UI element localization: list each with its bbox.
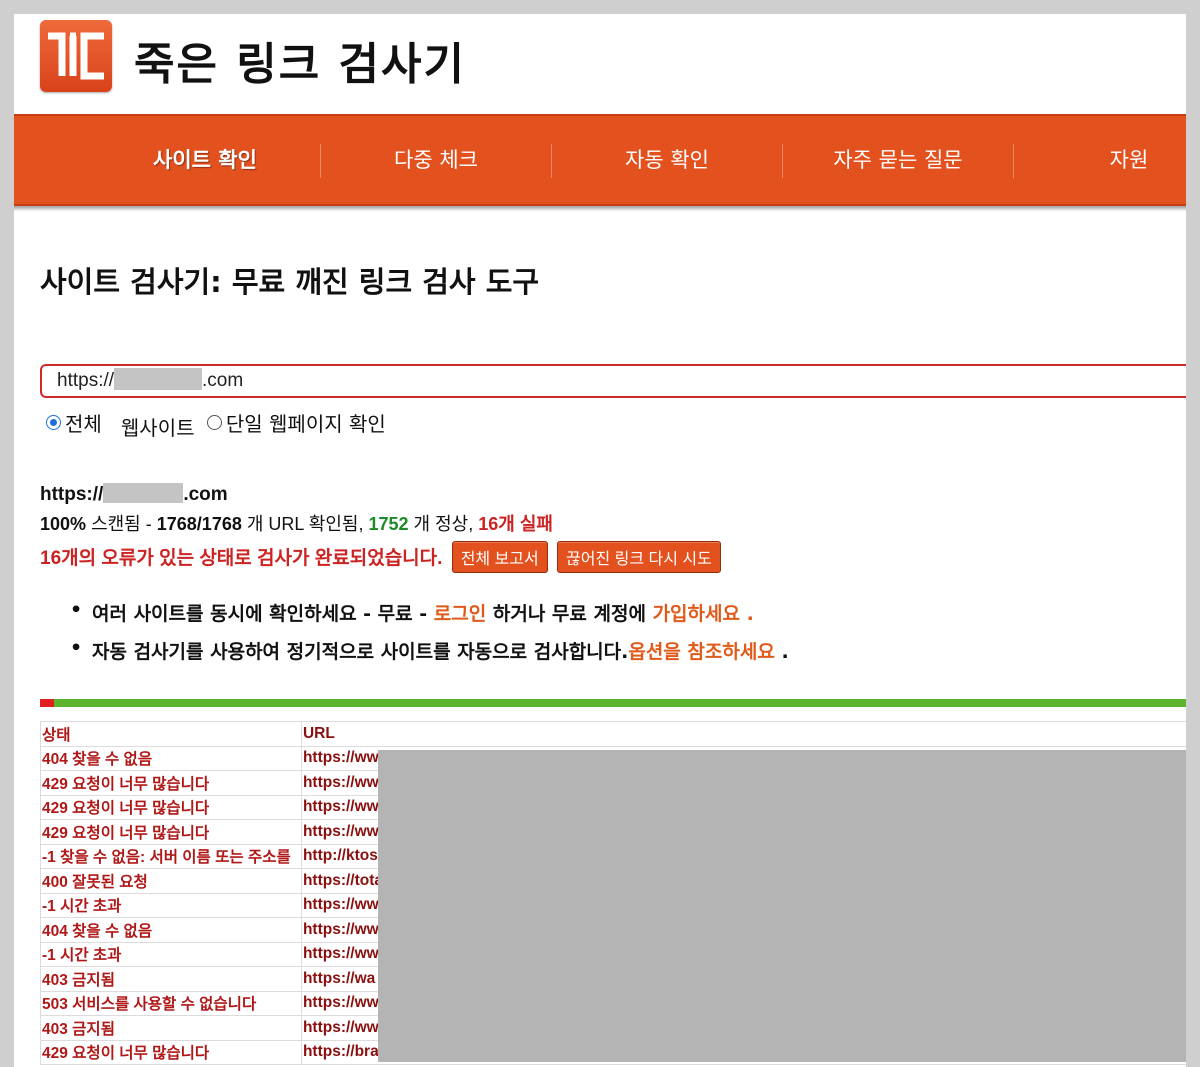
redacted-domain <box>114 368 203 390</box>
checked-count: 1768/1768 <box>156 514 242 534</box>
column-header-status[interactable]: 상태 <box>40 721 302 747</box>
scan-percent: 100% <box>40 514 87 534</box>
status-cell: 403 금지됨 <box>40 966 302 992</box>
ok-label: 개 정상, <box>413 514 474 534</box>
window-edge <box>1186 0 1200 1067</box>
nav-item-site-check[interactable]: 사이트 확인 <box>90 116 320 204</box>
status-cell: 400 잘못된 요청 <box>40 868 302 894</box>
table-header-row: 상태 URL <box>40 721 1200 747</box>
status-cell: -1 찾을 수 없음: 서버 이름 또는 주소를 <box>40 843 302 869</box>
scanned-url: https:// .com <box>40 483 721 506</box>
site-title: 죽은 링크 검사기 <box>134 39 466 90</box>
status-cell: 429 요청이 너무 많습니다 <box>40 794 302 820</box>
failed-portion <box>40 699 54 707</box>
signup-link[interactable]: 가입하세요 . <box>653 603 754 625</box>
tip-text: 여러 사이트를 동시에 확인하세요 - 무료 - <box>92 603 428 625</box>
scan-complete-message: 16개의 오류가 있는 상태로 검사가 완료되었습니다. 전체 보고서 끊어진 … <box>40 541 721 573</box>
radio-single-page-label[interactable]: 단일 웹페이지 확인 <box>226 412 386 436</box>
nav-item-resources[interactable]: 자원 <box>1014 116 1200 204</box>
nav-item-auto-check[interactable]: 자동 확인 <box>552 116 782 204</box>
page: 죽은 링크 검사기 사이트 확인 다중 체크 자동 확인 자주 묻는 질문 자원… <box>14 14 1200 1067</box>
tip-text: 하거나 무료 계정에 <box>492 603 646 625</box>
radio-entire-site-label-2[interactable]: 웹사이트 <box>121 416 195 440</box>
status-cell: -1 시간 초과 <box>40 941 302 967</box>
scan-progress-bar <box>40 699 1200 707</box>
scan-stats: 100% 스캔됨 - 1768/1768 개 URL 확인됨, 1752 개 정… <box>40 510 721 536</box>
site-header: 죽은 링크 검사기 <box>14 14 1200 114</box>
nav-item-faq[interactable]: 자주 묻는 질문 <box>783 116 1013 204</box>
status-cell: 403 금지됨 <box>40 1015 302 1041</box>
site-logo[interactable] <box>40 20 112 92</box>
radio-entire-site[interactable] <box>46 415 61 430</box>
tip-text: . <box>781 641 789 663</box>
logo-icon <box>48 32 104 80</box>
scan-result: https:// .com 100% 스캔됨 - 1768/1768 개 URL … <box>40 483 721 573</box>
fail-count: 16개 실패 <box>478 514 553 534</box>
redacted-region <box>378 750 1196 1062</box>
status-cell: 429 요청이 너무 많습니다 <box>40 1039 302 1065</box>
status-cell: -1 시간 초과 <box>40 892 302 918</box>
radio-entire-site-label[interactable]: 전체 <box>65 412 102 436</box>
scan-mode-radio-group: 전체 웹사이트 단일 웹페이지 확인 <box>46 408 386 440</box>
tips-list: 여러 사이트를 동시에 확인하세요 - 무료 - 로그인 하거나 무료 계정에 … <box>70 599 789 675</box>
url-input-suffix: .com <box>202 370 244 391</box>
page-title: 사이트 검사기: 무료 깨진 링크 검사 도구 <box>40 265 540 299</box>
url-input[interactable]: https:// .com <box>40 364 1200 398</box>
retry-broken-links-button[interactable]: 끊어진 링크 다시 시도 <box>557 541 721 573</box>
redacted-domain <box>103 483 184 503</box>
list-item: 자동 검사기를 사용하여 정기적으로 사이트를 자동으로 검사합니다.옵션을 참… <box>70 637 789 664</box>
full-report-button[interactable]: 전체 보고서 <box>451 541 548 573</box>
radio-single-page[interactable] <box>206 415 222 430</box>
scanned-label: 스캔됨 - <box>91 514 152 534</box>
status-cell: 429 요청이 너무 많습니다 <box>40 819 302 845</box>
status-cell: 503 서비스를 사용할 수 없습니다 <box>40 990 302 1016</box>
status-cell: 404 찾을 수 없음 <box>40 917 302 943</box>
status-cell: 429 요청이 너무 많습니다 <box>40 770 302 796</box>
checked-label: 개 URL 확인됨, <box>246 514 364 534</box>
scan-complete-text: 16개의 오류가 있는 상태로 검사가 완료되었습니다. <box>40 548 443 569</box>
nav-item-multi-check[interactable]: 다중 체크 <box>321 116 551 204</box>
ok-count: 1752 <box>368 514 409 534</box>
scanned-url-prefix: https:// <box>40 484 104 505</box>
tip-text: 자동 검사기를 사용하여 정기적으로 사이트를 자동으로 검사합니다. <box>92 641 629 663</box>
options-link[interactable]: 옵션을 참조하세요 <box>628 641 774 663</box>
scanned-url-suffix: .com <box>183 484 228 505</box>
column-header-url[interactable]: URL <box>300 721 1200 747</box>
list-item: 여러 사이트를 동시에 확인하세요 - 무료 - 로그인 하거나 무료 계정에 … <box>70 599 789 626</box>
login-link[interactable]: 로그인 <box>434 603 486 625</box>
status-cell: 404 찾을 수 없음 <box>40 745 302 771</box>
main-nav: 사이트 확인 다중 체크 자동 확인 자주 묻는 질문 자원 <box>14 114 1200 206</box>
url-input-prefix: https:// <box>57 370 115 391</box>
